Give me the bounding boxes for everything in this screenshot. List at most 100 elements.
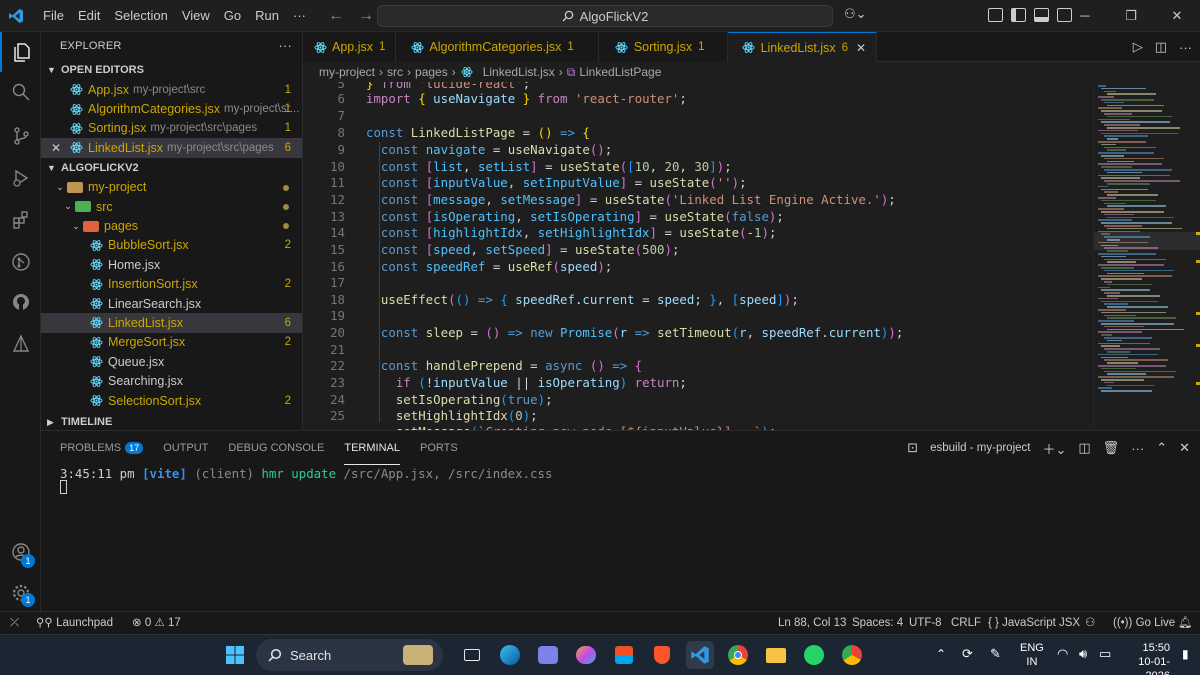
file-item[interactable]: Home.jsx [41,255,302,274]
start-windows-icon[interactable] [221,641,249,669]
code-editor[interactable]: 5 6 7 8 9 10 11 12 13 14 15 16 17 18 19 20 21 22 23 24 25 } … [303,82,1093,430]
brave-browser-icon[interactable] [648,641,676,669]
tab-algorithm-categories[interactable]: AlgorithmCategories.jsx 1 [396,32,599,62]
indentation[interactable]: Spaces: 4 [852,612,903,635]
menu-more[interactable]: ··· [286,0,313,32]
open-editor-item[interactable]: AlgorithmCategories.jsx my-project\sr...… [41,99,302,118]
folder-item[interactable]: ⌄ pages [41,216,302,235]
sync-icon[interactable]: ⟳ [962,647,973,661]
wifi-icon[interactable]: ◠ [1057,647,1068,661]
problems-status[interactable]: ⊗ 0 ⚠ 17 [132,612,181,635]
minimap[interactable] [1093,82,1200,430]
tab-app-jsx[interactable]: App.jsx 1 [303,32,397,62]
restore-icon[interactable]: ❐ [1108,0,1154,32]
split-terminal-icon[interactable]: ◫ [1078,440,1090,456]
line-ending[interactable]: CRLF [951,612,981,635]
more-actions-icon[interactable]: ··· [1179,40,1192,55]
tab-debug-console[interactable]: DEBUG CONSOLE [228,431,324,465]
manage-activity[interactable]: 1 [0,573,41,613]
tab-linkedlist[interactable]: LinkedList.jsx 6 ✕ [727,32,878,62]
toggle-panel-icon[interactable] [1034,8,1049,22]
menu-view[interactable]: View [175,0,217,32]
forward-arrow-icon[interactable]: → [358,7,374,25]
tab-output[interactable]: OUTPUT [163,431,208,465]
file-item[interactable]: MergeSort.jsx 2 [41,333,302,352]
new-terminal-icon[interactable]: ＋⌄ [1042,439,1066,458]
extensions-activity[interactable] [0,200,41,240]
gitlens-activity[interactable] [0,242,41,282]
close-tab-icon[interactable]: ✕ [856,41,866,55]
file-item[interactable]: InsertionSort.jsx 2 [41,275,302,294]
folder-item[interactable]: ⌄ src [41,197,302,216]
file-item[interactable]: LinkedList.jsx 6 [41,313,302,333]
back-arrow-icon[interactable]: ← [328,7,344,25]
close-editor-icon[interactable]: ✕ [51,141,69,155]
launchpad-item[interactable]: ⚲⚲ Launchpad [36,612,113,635]
notifications-bell-icon[interactable]: 🔔︎ [1178,612,1193,635]
show-hidden-icons-chevron-icon[interactable]: ⌃ [936,647,946,661]
go-live-button[interactable]: ((•)) Go Live [1113,612,1175,635]
pen-tool-icon[interactable]: ✎ [990,647,1001,661]
language-indicator[interactable]: ENG IN [1020,641,1044,669]
edge-browser-icon[interactable] [496,641,524,669]
breadcrumb-item[interactable]: LinkedList.jsx [483,65,555,79]
copilot-menu-icon[interactable]: ⚇⌄ [844,6,867,22]
open-editor-item[interactable]: App.jsx my-project\src 1 [41,80,302,99]
maximize-panel-icon[interactable]: ⌃ [1156,440,1167,456]
trash-icon[interactable]: 🗑 [1103,440,1120,456]
close-panel-icon[interactable]: ✕ [1179,440,1190,456]
menu-go[interactable]: Go [217,0,248,32]
customize-layout-icon[interactable] [988,8,1003,22]
terminal-name[interactable]: esbuild - my-project [930,442,1030,454]
source-control-activity[interactable] [0,116,41,156]
task-view-icon[interactable] [458,641,486,669]
copilot-status-icon[interactable]: ⚇ [1085,612,1095,635]
command-center-search[interactable]: AlgoFlickV2 [377,5,833,27]
toggle-primary-sidebar-icon[interactable] [1011,8,1026,22]
vscode-taskbar-icon[interactable] [686,641,714,669]
run-icon[interactable]: ▷ [1133,39,1143,55]
tab-sorting[interactable]: Sorting.jsx 1 [598,32,728,62]
chrome-icon[interactable] [724,641,752,669]
language-mode[interactable]: { } JavaScript JSX [988,612,1080,635]
file-explorer-icon[interactable] [762,641,790,669]
workspace-section[interactable]: ▼ ALGOFLICKV2 [41,158,302,178]
github-activity[interactable] [0,282,41,322]
accounts-activity[interactable]: 1 [0,532,41,572]
tab-problems[interactable]: PROBLEMS 17 [60,431,144,465]
file-item[interactable]: LinearSearch.jsx [41,294,302,313]
encoding[interactable]: UTF-8 [909,612,942,635]
close-window-icon[interactable]: ✕ [1154,0,1200,32]
menu-file[interactable]: File [36,0,71,32]
explorer-activity[interactable] [0,32,41,72]
split-editor-icon[interactable]: ◫ [1155,39,1167,55]
breadcrumb-item[interactable]: my-project [319,65,375,79]
microsoft-store-icon[interactable] [610,641,638,669]
remote-explorer-activity[interactable] [0,324,41,364]
run-debug-activity[interactable] [0,158,41,198]
search-activity[interactable] [0,72,41,112]
file-item[interactable]: SelectionSort.jsx 2 [41,391,302,410]
copilot-app-icon[interactable] [572,641,600,669]
menu-edit[interactable]: Edit [71,0,107,32]
tab-terminal[interactable]: TERMINAL [344,431,400,465]
timeline-section[interactable]: ▶ TIMELINE [41,412,112,432]
explorer-more-icon[interactable]: ··· [278,38,292,53]
minimize-icon[interactable]: ─ [1062,0,1108,32]
breadcrumb-item[interactable]: LinkedListPage [579,65,661,79]
volume-icon[interactable]: 🔊︎ [1079,647,1087,661]
file-item[interactable]: Searching.jsx [41,371,302,390]
open-editor-item[interactable]: Sorting.jsx my-project\src\pages 1 [41,119,302,138]
breadcrumb-item[interactable]: src [387,65,403,79]
terminal-output[interactable]: 3:45:11 pm [vite] (client) hmr update /s… [60,466,552,481]
file-item[interactable]: BubbleSort.jsx 2 [41,236,302,255]
open-editor-item-active[interactable]: ✕ LinkedList.jsx my-project\src\pages 6 [41,138,302,158]
tab-ports[interactable]: PORTS [420,431,458,465]
taskbar-search[interactable]: Search [256,639,443,671]
folder-item[interactable]: ⌄ my-project [41,178,302,197]
remote-icon[interactable]: ⤫ [10,612,19,635]
clock[interactable]: 15:50 10-01-2026 [1126,641,1170,675]
chrome-profile-icon[interactable] [838,641,866,669]
breadcrumb-item[interactable]: pages [415,65,448,79]
teams-icon[interactable] [534,641,562,669]
